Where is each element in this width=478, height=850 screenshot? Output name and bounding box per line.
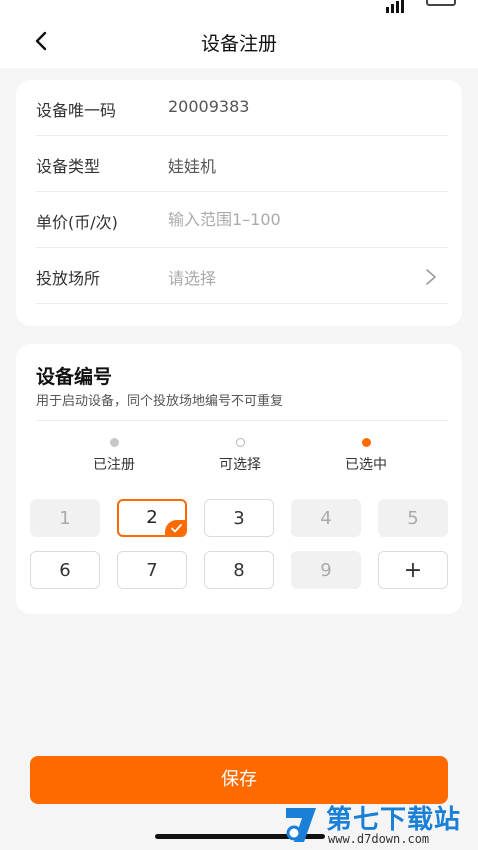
section-title: 设备编号 — [36, 366, 113, 388]
number-7-button[interactable]: 7 — [117, 551, 187, 589]
venue-select-row[interactable]: 投放场所 请选择 — [36, 248, 448, 304]
venue-label: 投放场所 — [36, 269, 101, 288]
device-type-value: 娃娃机 — [168, 157, 217, 176]
legend-registered: 已注册 — [64, 438, 164, 474]
registered-dot-icon — [109, 438, 119, 447]
legend-registered-label: 已注册 — [93, 457, 135, 473]
status-bar — [0, 0, 478, 14]
unit-price-row: 单价(币/次) — [36, 192, 448, 248]
number-2-button[interactable]: 2 — [117, 499, 187, 537]
chevron-right-icon — [424, 268, 438, 286]
number-4-button: 4 — [291, 499, 361, 537]
add-number-button[interactable]: + — [378, 551, 448, 589]
number-1-button: 1 — [30, 499, 100, 537]
number-5-button: 5 — [378, 499, 448, 537]
unit-price-input[interactable] — [168, 204, 408, 234]
device-id-label: 设备唯一码 — [36, 101, 117, 120]
watermark-url: www.d7down.com — [328, 832, 430, 846]
legend-selected: 已选中 — [316, 438, 416, 474]
save-button[interactable]: 保存 — [30, 756, 448, 804]
device-number-card: 设备编号 用于启动设备，同个投放场地编号不可重复 已注册 可选择 已选中 1 2… — [16, 344, 462, 614]
battery-icon — [426, 0, 456, 6]
section-subtitle: 用于启动设备，同个投放场地编号不可重复 — [36, 394, 284, 409]
selectable-dot-icon — [235, 438, 245, 447]
legend-selectable: 可选择 — [190, 438, 290, 474]
device-info-card: 设备唯一码 20009383 设备类型 娃娃机 单价(币/次) 投放场所 请选择 — [16, 80, 462, 326]
nav-bar: 设备注册 — [0, 14, 478, 68]
device-type-row: 设备类型 娃娃机 — [36, 136, 448, 192]
watermark-title: 第七下载站 — [326, 805, 462, 835]
number-6-button[interactable]: 6 — [30, 551, 100, 589]
selected-dot-icon — [361, 438, 371, 447]
number-3-button[interactable]: 3 — [204, 499, 274, 537]
legend-selected-label: 已选中 — [345, 457, 387, 473]
signal-icon — [386, 0, 406, 13]
venue-select-placeholder: 请选择 — [168, 269, 217, 288]
check-badge-icon — [165, 520, 185, 535]
device-id-row: 设备唯一码 20009383 — [36, 80, 448, 136]
divider — [36, 420, 448, 421]
watermark-logo-icon — [282, 802, 322, 850]
page-title: 设备注册 — [200, 33, 277, 55]
device-id-value: 20009383 — [168, 97, 250, 116]
unit-price-label: 单价(币/次) — [36, 213, 118, 232]
number-8-button[interactable]: 8 — [204, 551, 274, 589]
number-9-button: 9 — [291, 551, 361, 589]
device-type-label: 设备类型 — [36, 157, 101, 176]
number-2-label: 2 — [146, 507, 158, 528]
legend-selectable-label: 可选择 — [219, 457, 261, 473]
site-watermark: 第七下载站 www.d7down.com — [282, 798, 478, 850]
